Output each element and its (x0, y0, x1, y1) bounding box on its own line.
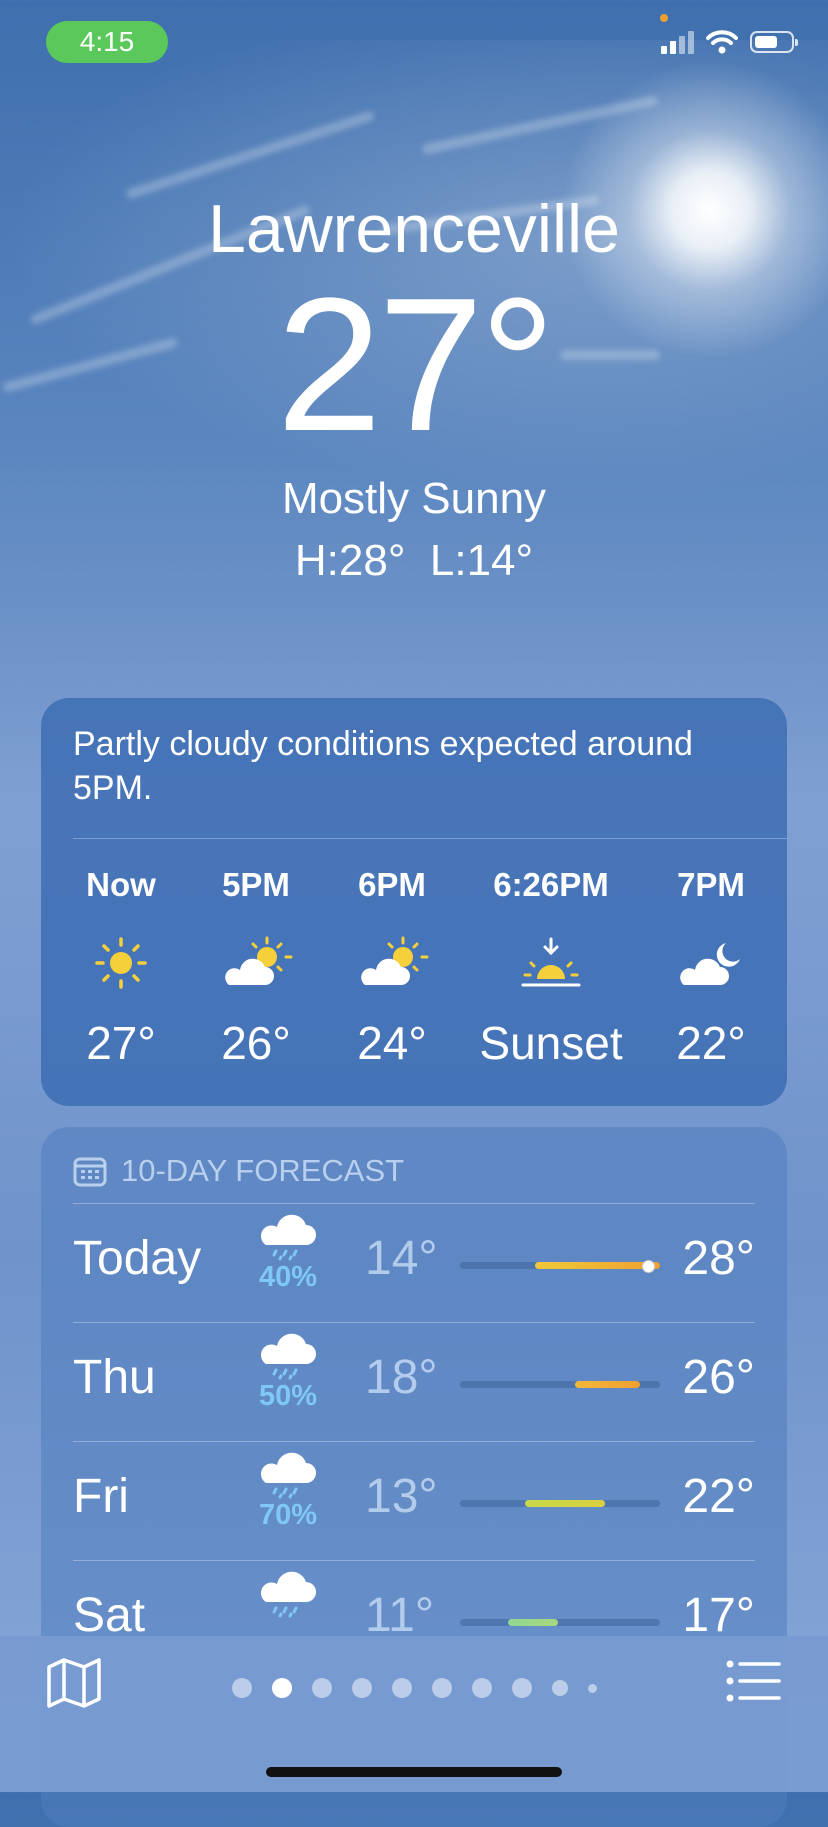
precip-chance: 40% (258, 1261, 318, 1293)
home-indicator[interactable] (266, 1767, 562, 1777)
page-dot[interactable] (351, 1678, 372, 1698)
forecast-high: 22° (682, 1470, 755, 1523)
page-indicator[interactable] (0, 1678, 828, 1698)
page-dot[interactable] (471, 1678, 492, 1698)
forecast-high: 28° (682, 1232, 755, 1285)
hour-label: 7PM (677, 866, 745, 903)
forecast-low: 18° (365, 1351, 438, 1404)
city-name: Lawrenceville (208, 191, 620, 267)
current-condition: Mostly Sunny (281, 474, 547, 523)
forecast-high: 26° (682, 1351, 755, 1404)
hourly-forecast-card[interactable]: Partly cloudy conditions expected around… (41, 698, 787, 1106)
temp-range-track (460, 1500, 660, 1507)
precip-chance: 50% (258, 1380, 318, 1412)
divider (73, 1322, 755, 1323)
forecast-day: Today (73, 1232, 202, 1285)
rain-cloud-icon: 50% (251, 1330, 325, 1413)
divider (73, 1203, 755, 1204)
page-dot[interactable] (231, 1678, 252, 1698)
hour-label: 6PM (358, 866, 426, 903)
divider (73, 1441, 755, 1442)
current-temp-dot (642, 1260, 655, 1273)
forecast-title: 10-DAY FORECAST (121, 1153, 405, 1188)
forecast-low: 13° (365, 1470, 438, 1523)
rain-cloud-icon: 40% (251, 1211, 325, 1294)
forecast-day: Sat (73, 1589, 146, 1642)
page-dot[interactable] (587, 1684, 597, 1693)
privacy-indicator (660, 14, 668, 22)
forecast-header: 10-DAY FORECAST (73, 1153, 404, 1189)
hourly-summary: Partly cloudy conditions expected around… (73, 725, 693, 807)
page-dot[interactable] (431, 1678, 452, 1698)
page-dot[interactable] (391, 1678, 412, 1698)
hour-label: 5PM (222, 866, 290, 903)
forecast-row[interactable]: Thu 50% 18° 26° (73, 1324, 755, 1443)
partly-cloudy-icon (201, 928, 311, 998)
page-dot[interactable] (511, 1678, 532, 1698)
temp-range-track (460, 1619, 660, 1626)
page-dot[interactable] (551, 1680, 568, 1696)
divider (73, 1560, 755, 1561)
hour-value: 27° (86, 1017, 156, 1069)
hour-item[interactable]: 7PM 22° (661, 866, 761, 1070)
divider (73, 838, 787, 839)
temp-range-bar (575, 1381, 640, 1388)
hour-item[interactable]: 6:26PM Sunset (471, 866, 631, 1070)
rain-cloud-icon: 70% (251, 1449, 325, 1532)
hour-label: Now (86, 866, 156, 903)
hour-item[interactable]: Now 27° (71, 866, 171, 1070)
page-dot-active[interactable] (271, 1678, 292, 1698)
page-dot[interactable] (311, 1678, 332, 1698)
forecast-row[interactable]: Today 40% 14° 28° (73, 1205, 755, 1324)
forecast-low: 14° (365, 1232, 438, 1285)
forecast-day: Thu (73, 1351, 156, 1404)
status-icons (661, 30, 798, 54)
partly-cloudy-icon (337, 928, 447, 998)
precip-chance: 70% (258, 1499, 318, 1531)
partly-cloudy-night-icon (661, 928, 761, 998)
temp-range-track (460, 1381, 660, 1388)
temp-range-track (460, 1260, 660, 1273)
hour-value: 22° (676, 1017, 746, 1069)
sun-icon (71, 928, 171, 998)
temp-range-bar (525, 1500, 605, 1507)
forecast-day: Fri (73, 1470, 129, 1523)
forecast-low: 11° (365, 1589, 435, 1642)
cellular-signal-icon (661, 30, 694, 54)
list-icon[interactable] (726, 1659, 782, 1707)
hour-label: 6:26PM (493, 866, 609, 903)
forecast-row[interactable]: Fri 70% 13° 22° (73, 1443, 755, 1562)
hour-item[interactable]: 5PM 26° (201, 866, 311, 1070)
temp-range-bar (508, 1619, 558, 1626)
hour-value: 26° (221, 1017, 291, 1069)
hour-value: Sunset (479, 1017, 623, 1069)
forecast-high: 17° (682, 1589, 755, 1642)
current-temperature: 27° (276, 259, 555, 471)
sunset-icon (471, 928, 631, 998)
calendar-icon (73, 1157, 107, 1187)
hour-item[interactable]: 6PM 24° (337, 866, 447, 1070)
high-low: H:28° L:14° (294, 536, 534, 585)
status-time: 4:15 (46, 21, 168, 63)
hour-value: 24° (357, 1017, 427, 1069)
battery-icon (750, 31, 798, 53)
rain-cloud-icon (251, 1568, 325, 1622)
wifi-icon (706, 30, 738, 54)
